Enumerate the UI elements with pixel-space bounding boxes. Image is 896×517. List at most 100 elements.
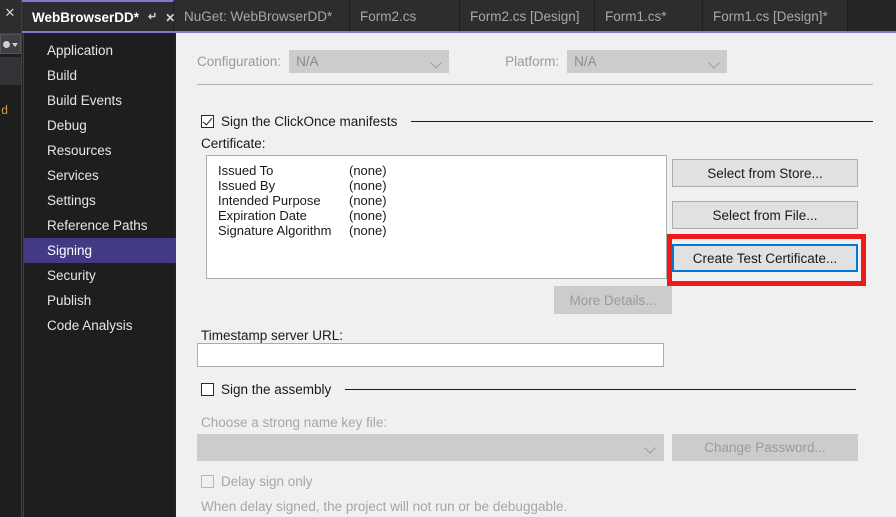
list-item: Issued By (none)	[218, 178, 666, 193]
platform-label: Platform:	[505, 54, 560, 69]
sign-manifests-row: Sign the ClickOnce manifests	[201, 114, 873, 129]
tab-label: NuGet: WebBrowserDD*	[184, 8, 333, 24]
sign-manifests-label: Sign the ClickOnce manifests	[221, 114, 398, 129]
chevron-down-icon	[430, 57, 442, 69]
button-label: Select from File...	[712, 207, 818, 223]
select-from-file-button[interactable]: Select from File...	[672, 201, 858, 229]
sidebar-item-label: Code Analysis	[47, 318, 133, 333]
create-test-certificate-button[interactable]: Create Test Certificate...	[672, 244, 858, 272]
sidebar-item-label: Build Events	[47, 93, 123, 108]
delay-sign-row: Delay sign only	[201, 474, 313, 489]
tab-form1-cs-design[interactable]: Form1.cs [Design]*	[703, 0, 848, 33]
sidebar-item-reference-paths[interactable]: Reference Paths	[24, 213, 175, 238]
sidebar-item-build-events[interactable]: Build Events	[24, 88, 175, 113]
timestamp-url-label: Timestamp server URL:	[201, 328, 344, 343]
cert-value: (none)	[349, 193, 387, 208]
list-item: Signature Algorithm (none)	[218, 223, 666, 238]
list-item: Expiration Date (none)	[218, 208, 666, 223]
tool-window-stub: ✕	[0, 0, 21, 34]
chevron-down-icon	[644, 442, 656, 454]
panel-block-stub	[0, 57, 21, 85]
configuration-label: Configuration:	[197, 54, 282, 69]
cert-value: (none)	[349, 178, 387, 193]
cert-value: (none)	[349, 208, 387, 223]
sidebar-item-signing[interactable]: Signing	[24, 238, 204, 263]
close-icon[interactable]: ✕	[3, 6, 17, 20]
panel-divider-left	[21, 0, 22, 517]
certificate-label: Certificate:	[201, 136, 266, 151]
tab-form1-cs[interactable]: Form1.cs*	[595, 0, 703, 33]
sign-assembly-checkbox[interactable]	[201, 383, 214, 396]
sidebar-item-label: Reference Paths	[47, 218, 148, 233]
editor-tab-strip: WebBrowserDD* ↵ ✕ NuGet: WebBrowserDD* F…	[22, 0, 896, 33]
sidebar-item-label: Debug	[47, 118, 87, 133]
sidebar-item-publish[interactable]: Publish	[24, 288, 175, 313]
left-edge-panel: ✕ d	[0, 0, 22, 517]
configuration-dropdown[interactable]: N/A	[289, 50, 450, 73]
header-divider	[197, 84, 873, 85]
key-file-label: Choose a strong name key file:	[201, 415, 388, 430]
sidebar-item-label: Security	[47, 268, 96, 283]
certificate-list[interactable]: Issued To (none) Issued By (none) Intend…	[206, 155, 667, 279]
cert-key: Expiration Date	[218, 208, 307, 223]
platform-value: N/A	[574, 54, 597, 69]
dropdown-glyph-icon	[3, 41, 10, 48]
sidebar-item-label: Publish	[47, 293, 92, 308]
cert-key: Issued To	[218, 163, 274, 178]
delay-sign-label: Delay sign only	[221, 474, 313, 489]
tab-form2-cs-design[interactable]: Form2.cs [Design]	[460, 0, 595, 33]
sidebar-item-label: Signing	[47, 243, 93, 258]
sidebar-item-label: Build	[47, 68, 78, 83]
tab-label: Form2.cs	[360, 8, 417, 24]
tab-nuget-webbrowserdd[interactable]: NuGet: WebBrowserDD*	[174, 0, 350, 33]
delay-sign-note: When delay signed, the project will not …	[201, 499, 568, 514]
sidebar-item-application[interactable]: Application	[24, 38, 175, 63]
list-item: Issued To (none)	[218, 163, 666, 178]
chevron-down-icon	[708, 57, 720, 69]
group-rule	[411, 121, 873, 122]
button-label: Select from Store...	[707, 165, 823, 181]
sidebar-item-label: Services	[47, 168, 99, 183]
button-label: Change Password...	[704, 440, 826, 455]
pin-icon[interactable]: ↵	[148, 12, 157, 23]
configuration-row: Configuration: N/A Platform: N/A	[197, 50, 728, 73]
sidebar-item-label: Application	[47, 43, 114, 58]
tab-icon-group: ↵ ✕	[148, 12, 175, 24]
tab-label: Form1.cs [Design]*	[713, 8, 828, 24]
property-pages-sidebar: Application Build Build Events Debug Res…	[23, 33, 204, 517]
code-text-fragment: d	[1, 104, 9, 118]
select-from-store-button[interactable]: Select from Store...	[672, 159, 858, 187]
tab-label: WebBrowserDD*	[32, 9, 140, 25]
sidebar-item-security[interactable]: Security	[24, 263, 175, 288]
delay-sign-checkbox	[201, 475, 214, 488]
cert-key: Issued By	[218, 178, 276, 193]
button-label: Create Test Certificate...	[692, 250, 838, 266]
tab-form2-cs[interactable]: Form2.cs	[350, 0, 460, 33]
sidebar-item-build[interactable]: Build	[24, 63, 175, 88]
tab-label: Form1.cs*	[605, 8, 667, 24]
sidebar-item-code-analysis[interactable]: Code Analysis	[24, 313, 175, 338]
cert-value: (none)	[349, 163, 387, 178]
sidebar-item-debug[interactable]: Debug	[24, 113, 175, 138]
platform-dropdown[interactable]: N/A	[567, 50, 728, 73]
sign-manifests-checkbox[interactable]	[201, 115, 214, 128]
visual-studio-window: ✕ d WebBrowserDD* ↵ ✕ NuGet: WebBrowserD…	[0, 0, 896, 517]
tab-webbrowserdd[interactable]: WebBrowserDD* ↵ ✕	[22, 0, 175, 33]
timestamp-url-input[interactable]	[197, 343, 664, 367]
tab-label: Form2.cs [Design]	[470, 8, 580, 24]
sidebar-item-services[interactable]: Services	[24, 163, 175, 188]
configuration-value: N/A	[296, 54, 319, 69]
signing-property-page: Configuration: N/A Platform: N/A Sign th…	[176, 33, 896, 517]
cert-key: Signature Algorithm	[218, 223, 332, 238]
sidebar-item-settings[interactable]: Settings	[24, 188, 175, 213]
change-password-button: Change Password...	[672, 434, 858, 461]
chevron-down-icon	[12, 43, 18, 47]
cert-key: Intended Purpose	[218, 193, 321, 208]
button-label: More Details...	[569, 292, 657, 308]
group-rule	[345, 389, 856, 390]
sidebar-item-label: Resources	[47, 143, 112, 158]
sign-assembly-row: Sign the assembly	[201, 382, 856, 397]
toolbar-dropdown-stub[interactable]	[0, 34, 21, 54]
key-file-dropdown	[197, 434, 664, 461]
sidebar-item-resources[interactable]: Resources	[24, 138, 175, 163]
